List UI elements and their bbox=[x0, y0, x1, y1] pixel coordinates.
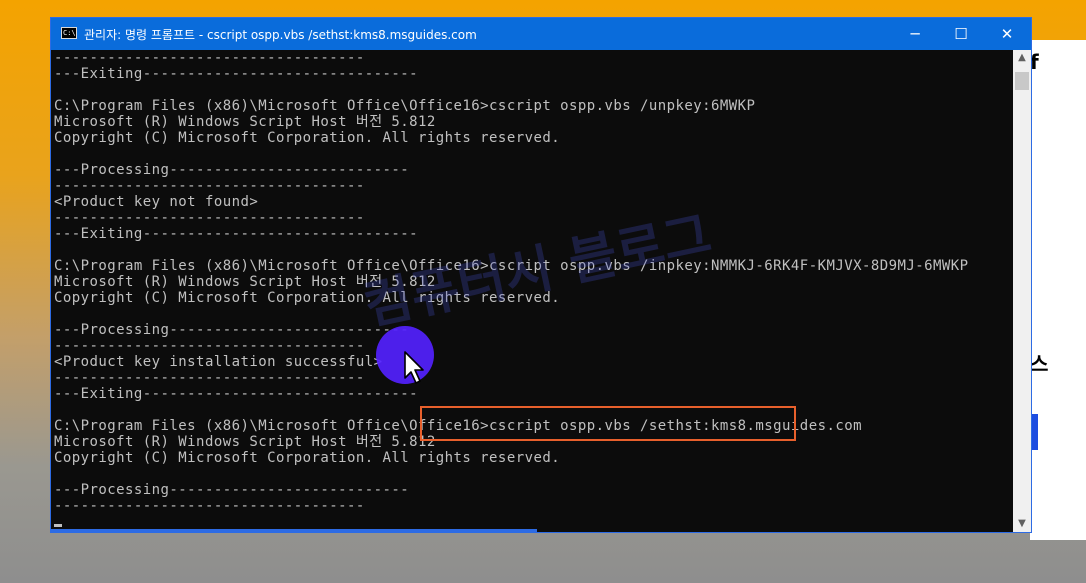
maximize-button[interactable]: ☐ bbox=[938, 18, 984, 50]
cmd-icon: C:\ bbox=[61, 27, 77, 39]
background-glyph: 스 bbox=[1030, 352, 1049, 376]
chevron-up-icon[interactable]: ▲ bbox=[1013, 50, 1031, 66]
chevron-down-icon[interactable]: ▼ bbox=[1013, 516, 1031, 532]
console-line: ----------------------------------- bbox=[54, 178, 365, 194]
console-line: ---Exiting------------------------------… bbox=[54, 226, 419, 242]
console-line: C:\Program Files (x86)\Microsoft Office\… bbox=[54, 98, 756, 114]
title-bar[interactable]: C:\ 관리자: 명령 프롬프트 - cscript ospp.vbs /set… bbox=[51, 18, 1031, 50]
console-line: Microsoft (R) Windows Script Host 버전 5.8… bbox=[54, 114, 436, 130]
console-line: ----------------------------------- bbox=[54, 338, 365, 354]
console-line: <Product key not found> bbox=[54, 194, 259, 210]
console-line: Microsoft (R) Windows Script Host 버전 5.8… bbox=[54, 434, 436, 450]
scrollbar-thumb[interactable] bbox=[1015, 72, 1029, 90]
console-line: <Product key installation successful> bbox=[54, 354, 383, 370]
close-button[interactable]: ✕ bbox=[984, 18, 1030, 50]
window-bottom-border bbox=[51, 529, 537, 533]
command-highlight-box bbox=[420, 406, 796, 441]
console-line: ---Exiting------------------------------… bbox=[54, 386, 419, 402]
text-cursor bbox=[54, 524, 62, 527]
console-line: Copyright (C) Microsoft Corporation. All… bbox=[54, 130, 561, 146]
window-title: 관리자: 명령 프롬프트 - cscript ospp.vbs /sethst:… bbox=[84, 28, 477, 42]
console-line: ---Processing--------------------------- bbox=[54, 162, 410, 178]
console-line: ----------------------------------- bbox=[54, 498, 365, 514]
vertical-scrollbar[interactable]: ▲ ▼ bbox=[1013, 50, 1031, 532]
console-line: Copyright (C) Microsoft Corporation. All… bbox=[54, 450, 561, 466]
console-line: ----------------------------------- bbox=[54, 370, 365, 386]
background-window bbox=[1030, 40, 1086, 540]
console-line: ---Exiting------------------------------… bbox=[54, 66, 419, 82]
minimize-button[interactable]: ─ bbox=[892, 18, 938, 50]
mouse-pointer-icon bbox=[404, 351, 424, 384]
console-line: ----------------------------------- bbox=[54, 50, 365, 66]
console-line: ----------------------------------- bbox=[54, 210, 365, 226]
console-line: ---Processing--------------------------- bbox=[54, 482, 410, 498]
console-line: ---Processing--------------------------- bbox=[54, 322, 410, 338]
